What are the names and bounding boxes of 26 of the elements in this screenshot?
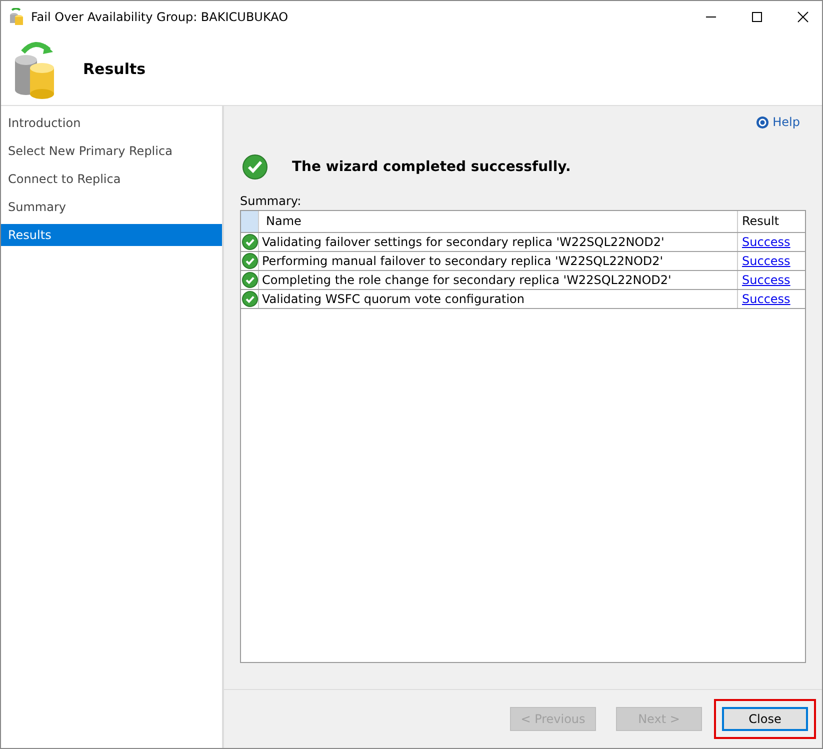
help-link[interactable]: Help — [756, 112, 800, 132]
column-header: Result — [741, 213, 780, 230]
sidebar-item[interactable]: Select New Primary Replica — [1, 140, 222, 162]
status-message: The wizard completed successfully. — [292, 159, 571, 175]
result-link[interactable]: Success — [742, 273, 790, 287]
result-link[interactable]: Success — [742, 254, 790, 268]
close-icon[interactable] — [797, 10, 809, 22]
column-header: Name — [259, 211, 738, 232]
maximize-icon[interactable] — [751, 10, 763, 22]
table-cell: Validating failover settings for secondary replica 'W22SQL22NOD2' — [259, 233, 738, 251]
table-cell: Performing manual failover to secondary replica 'W22SQL22NOD2' — [259, 252, 738, 270]
help-icon — [756, 116, 769, 128]
sidebar-item[interactable]: Connect to Replica — [1, 168, 222, 190]
page-title: Results — [83, 60, 146, 78]
sidebar-item[interactable]: Results — [1, 224, 222, 246]
result-link[interactable]: Success — [742, 235, 790, 249]
table-cell: Validating WSFC quorum vote configuration — [259, 290, 738, 308]
table-cell: Completing the role change for secondary replica 'W22SQL22NOD2' — [259, 271, 738, 289]
database-icon — [9, 8, 25, 26]
sidebar-item[interactable]: Summary — [1, 196, 222, 218]
result-link[interactable]: Success — [742, 292, 790, 306]
sidebar-item[interactable]: Introduction — [1, 112, 222, 134]
wizard-button[interactable]: Close — [722, 707, 808, 731]
success-icon — [242, 154, 268, 180]
summary-label: Summary: — [240, 194, 302, 208]
window-title: Fail Over Availability Group: BAKICUBUKAO — [31, 10, 288, 24]
